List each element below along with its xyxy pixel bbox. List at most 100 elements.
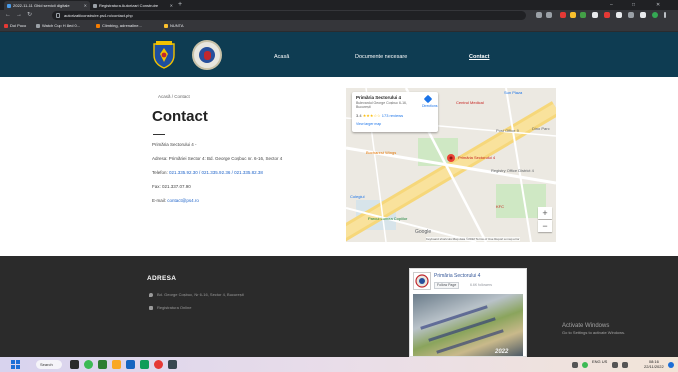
map-poi-label: Dino Parc <box>532 126 550 131</box>
chrome-icon[interactable] <box>84 360 93 369</box>
extension-icon[interactable] <box>580 12 586 18</box>
bookmark-item[interactable]: NUNTA <box>164 23 183 28</box>
bookmark-star-icon[interactable] <box>546 12 552 18</box>
map-poi-label: Post Office 9 <box>496 128 519 133</box>
menu-dots-icon[interactable] <box>664 12 666 18</box>
tray-app-icon[interactable] <box>582 362 588 368</box>
close-icon[interactable]: ✕ <box>82 3 87 8</box>
bookmarks-bar: Doi Poco Watch Cup H 8ed 0... Climbing, … <box>0 21 678 32</box>
map-pin-label: Primăria Sectorului 4 <box>458 155 496 160</box>
puzzle-icon[interactable] <box>628 12 634 18</box>
extension-icon[interactable] <box>592 12 598 18</box>
footer-online-text: Registratura Online <box>157 305 192 310</box>
phone-links[interactable]: 021.335.92.30 / 021.335.92.36 / 021.335.… <box>169 170 263 175</box>
location-pin-icon <box>149 292 153 297</box>
bookmark-favicon-icon <box>4 23 8 28</box>
back-button[interactable]: ← <box>5 11 11 20</box>
windows-start-icon[interactable] <box>11 360 20 369</box>
photo-caption: 2022 <box>495 349 509 355</box>
app-icon[interactable] <box>140 360 149 369</box>
system-clock[interactable]: 08:16 22/11/2022 <box>644 359 664 369</box>
map-poi-label: Parcul Lumea Copiilor <box>368 216 408 221</box>
page-title: Contact <box>152 108 208 125</box>
app-icon[interactable] <box>168 360 177 369</box>
language-indicator[interactable]: ENG US <box>592 359 607 365</box>
profile-avatar[interactable] <box>652 12 658 18</box>
close-window-button[interactable]: ✕ <box>656 1 660 9</box>
close-icon[interactable]: ✕ <box>168 3 173 8</box>
extension-icon[interactable] <box>604 12 610 18</box>
reviews-link[interactable]: 173 reviews <box>382 113 403 118</box>
volume-icon[interactable] <box>622 362 628 368</box>
clock-date: 22/11/2022 <box>644 364 664 369</box>
fb-followers-count: 6.6K followers <box>470 283 492 287</box>
app-icon[interactable] <box>126 360 135 369</box>
taskbar-search[interactable]: Search <box>36 360 62 369</box>
directions-button[interactable]: Directions <box>422 94 438 108</box>
map-place-card: Primăria Sectorului 4 Bulevardul George … <box>352 92 438 132</box>
footer-heading: ADRESA <box>147 275 177 282</box>
fb-page-avatar[interactable] <box>413 272 431 290</box>
maximize-button[interactable]: □ <box>632 1 635 9</box>
fb-page-name[interactable]: Primăria Sectorului 4 <box>434 273 480 279</box>
footer-address-text: Bd. George Coșbuc, Nr 6-16, Sector 4, Bu… <box>157 292 244 297</box>
fb-follow-button[interactable]: Follow Page <box>434 282 460 289</box>
watermark-title: Activate Windows <box>562 323 610 329</box>
fb-cover-photo[interactable]: 2022 <box>413 294 523 356</box>
facebook-page-widget[interactable]: Primăria Sectorului 4 Follow Page 6.6K f… <box>409 268 527 357</box>
footer-online-link[interactable]: Registratura Online <box>149 305 191 310</box>
extension-icon[interactable] <box>560 12 566 18</box>
windows-taskbar: Search ENG US 08:16 22/11/2022 <box>0 357 678 372</box>
zoom-out-button[interactable]: − <box>538 220 552 232</box>
bookmark-item[interactable]: Watch Cup H 8ed 0... <box>36 23 80 28</box>
nav-contact[interactable]: Contact <box>469 54 489 60</box>
watermark-subtitle: Go to Settings to activate Windows. <box>562 330 626 335</box>
file-explorer-icon[interactable] <box>112 360 121 369</box>
app-icon[interactable] <box>98 360 107 369</box>
map-poi-label: Registry Office District 4 <box>491 168 534 173</box>
bookmark-item[interactable]: Doi Poco <box>4 23 26 28</box>
extension-icon[interactable] <box>616 12 622 18</box>
app-icon[interactable] <box>154 360 163 369</box>
notification-icon[interactable] <box>668 362 674 368</box>
extension-icon[interactable] <box>570 12 576 18</box>
place-name: Primăria Sectorului 4 <box>356 95 402 100</box>
email-link[interactable]: contact@ps4.ro <box>167 198 199 203</box>
address-bar[interactable]: autorizatiiconstruire.ps4.ro/contact.php <box>52 11 526 20</box>
tab-title: 2022-11-11 Ghid servicii digitale <box>13 3 70 8</box>
new-tab-button[interactable]: + <box>178 1 182 9</box>
lock-icon <box>56 13 60 18</box>
nav-home[interactable]: Acasă <box>274 54 289 60</box>
browser-tab-2[interactable]: Registratura Autorizari Construire ✕ <box>90 1 176 10</box>
breadcrumb[interactable]: Acasă / Contact <box>158 94 190 99</box>
minimize-button[interactable]: – <box>610 1 613 9</box>
wifi-icon[interactable] <box>612 362 618 368</box>
zoom-in-button[interactable]: + <box>538 207 552 219</box>
footer-address: Bd. George Coșbuc, Nr 6-16, Sector 4, Bu… <box>149 292 244 297</box>
reload-button[interactable]: ↻ <box>27 11 32 20</box>
email-label: E-mail: <box>152 198 168 203</box>
share-icon[interactable] <box>536 12 542 18</box>
site-footer <box>0 256 678 357</box>
map-poi-label: Bucharest Wings <box>366 150 397 155</box>
browser-tab-1[interactable]: 2022-11-11 Ghid servicii digitale ✕ <box>4 1 90 10</box>
nav-documents[interactable]: Documente necesare <box>355 54 407 60</box>
star-rating-icon: ★★★☆☆ <box>362 113 381 118</box>
sector-crest-logo[interactable] <box>152 41 176 69</box>
chevron-up-icon[interactable] <box>572 362 578 368</box>
sidebar-icon[interactable] <box>640 12 646 18</box>
map-poi-label: Centrul Medical <box>456 100 484 105</box>
task-view-icon[interactable] <box>70 360 79 369</box>
url-text: autorizatiiconstruire.ps4.ro/contact.php <box>64 13 133 18</box>
view-larger-map-link[interactable]: View larger map <box>356 122 381 126</box>
place-address: Bulevardul George Coșbuc 6-16, București <box>356 101 407 109</box>
bookmark-item[interactable]: Climbing, adrenaline... <box>96 23 142 28</box>
bookmark-label: Climbing, adrenaline... <box>102 23 142 28</box>
browser-toolbar: ← → ↻ autorizatiiconstruire.ps4.ro/conta… <box>0 10 678 21</box>
forward-button[interactable]: → <box>16 11 22 20</box>
photo-detail <box>420 305 488 330</box>
map-attribution[interactable]: Keyboard shortcuts Map data ©2022 Terms … <box>426 237 520 241</box>
emblem-figure <box>204 51 211 60</box>
institution-emblem-logo[interactable] <box>192 40 222 70</box>
bookmark-label: Watch Cup H 8ed 0... <box>42 23 81 28</box>
